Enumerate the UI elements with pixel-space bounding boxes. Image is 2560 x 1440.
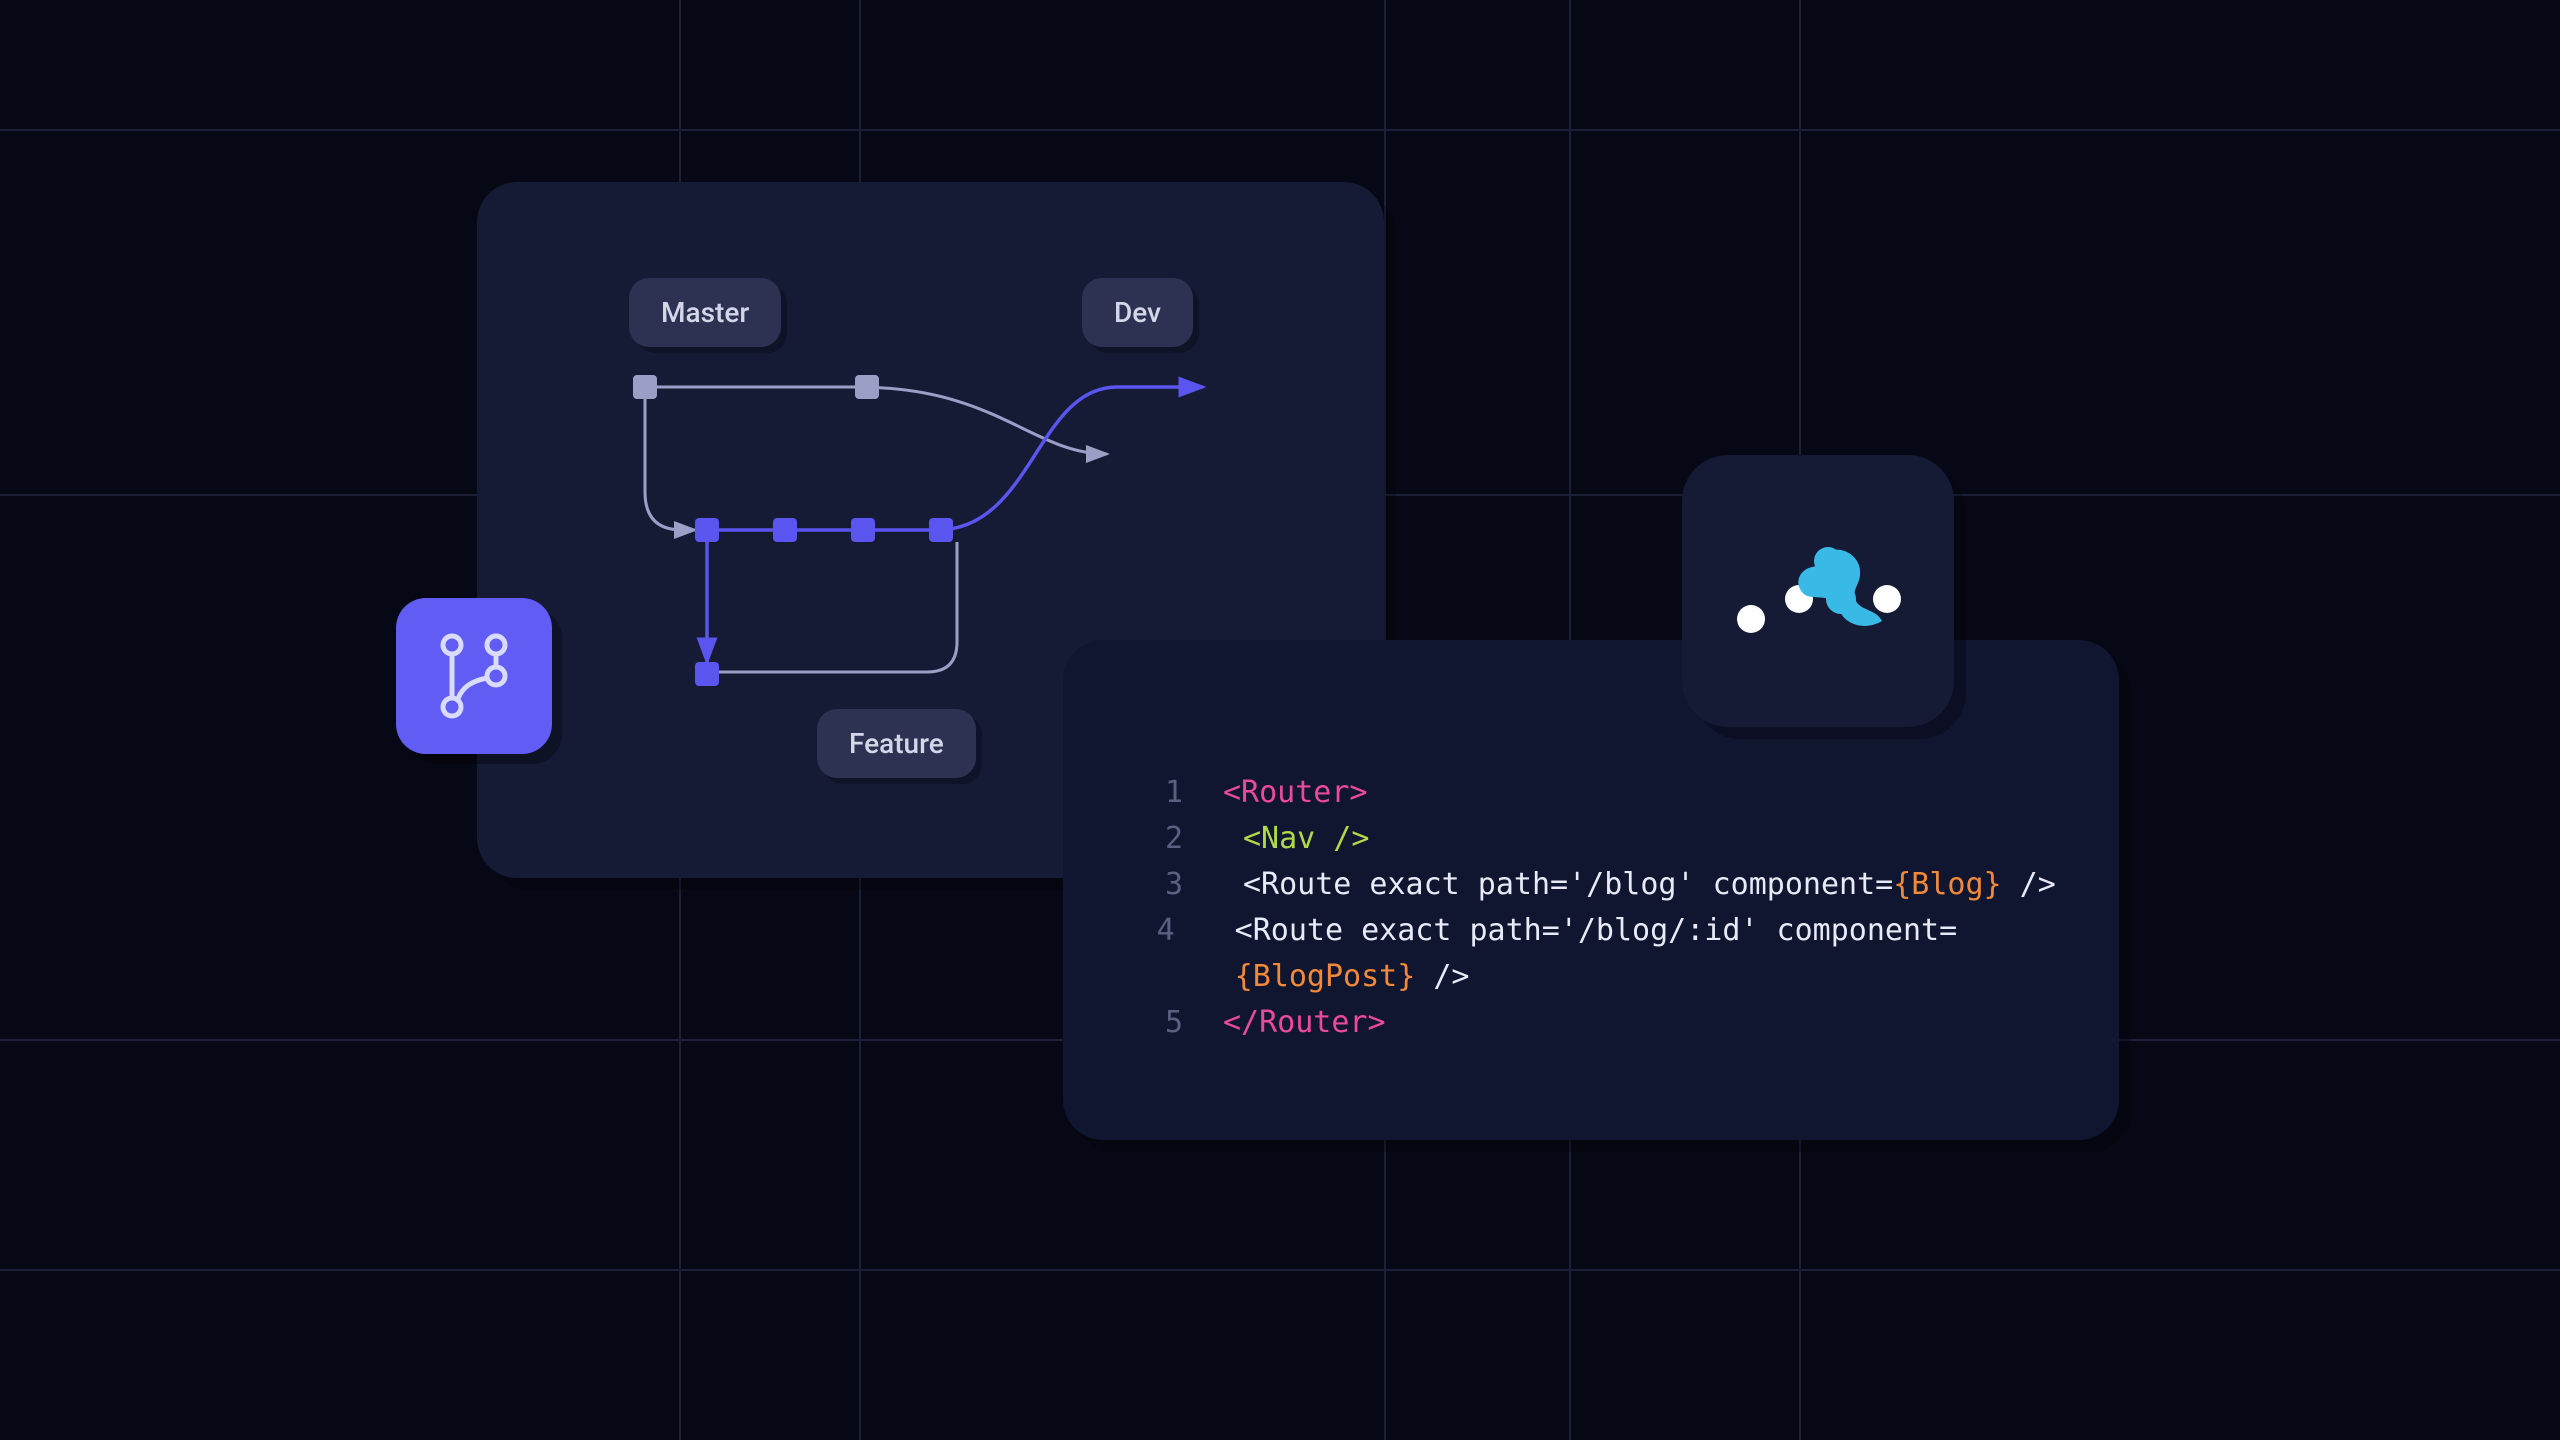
code-line: 1 <Router>: [1123, 770, 2059, 816]
code-line: 5 </Router>: [1123, 1000, 2059, 1046]
line-number: 1: [1123, 770, 1183, 816]
code-content: <Route exact path='/blog/:id' component=…: [1215, 908, 2059, 1000]
code-line: 2 <Nav />: [1123, 816, 2059, 862]
react-router-badge: [1682, 455, 1954, 727]
git-branch-icon: [436, 631, 512, 721]
line-number: 2: [1123, 816, 1183, 862]
code-content: <Router>: [1223, 770, 1368, 816]
react-router-icon: [1733, 541, 1903, 641]
line-number: 3: [1123, 862, 1183, 908]
code-line: 3 <Route exact path='/blog' component={Bl…: [1123, 862, 2059, 908]
code-line: 4 <Route exact path='/blog/:id' component…: [1123, 908, 2059, 1000]
code-snippet-panel: 1 <Router> 2 <Nav /> 3 <Route exact path='/bl…: [1063, 640, 2119, 1140]
code-content: <Route exact path='/blog' component={Blo…: [1223, 862, 2056, 908]
code-lines: 1 <Router> 2 <Nav /> 3 <Route exact path='/bl…: [1123, 770, 2059, 1046]
code-content: </Router>: [1223, 1000, 1386, 1046]
git-icon-card: [396, 598, 552, 754]
line-number: 4: [1123, 908, 1175, 1000]
line-number: 5: [1123, 1000, 1183, 1046]
code-content: <Nav />: [1223, 816, 1369, 862]
illustration-stage: Master Dev Feature: [0, 0, 2560, 1440]
